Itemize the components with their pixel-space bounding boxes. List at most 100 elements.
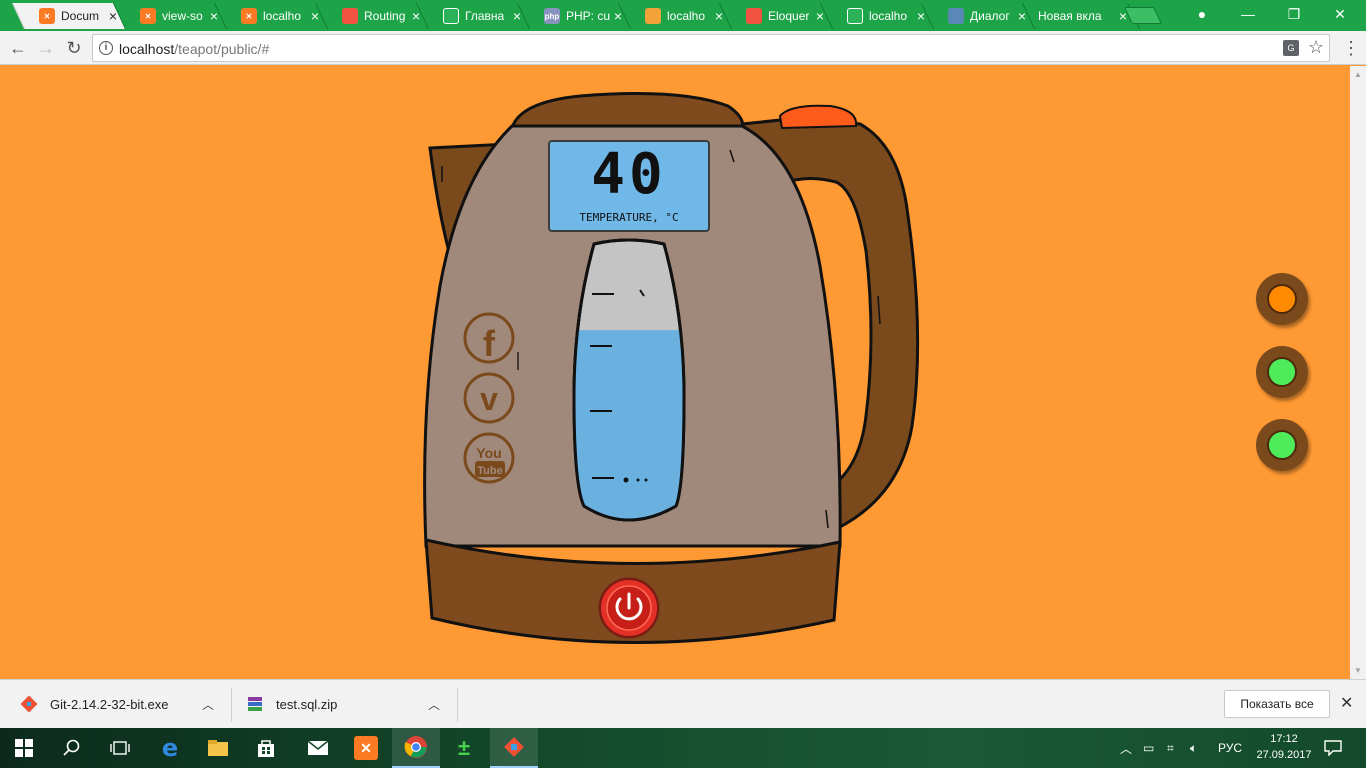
- youtube-you-label: You: [476, 445, 501, 461]
- forward-icon[interactable]: →: [34, 36, 58, 60]
- close-tab-icon[interactable]: ×: [917, 9, 925, 23]
- tab-new[interactable]: Новая вкла ×: [1028, 3, 1134, 29]
- tab-localhost-1[interactable]: ✕ localho ×: [220, 3, 326, 29]
- git-installer-icon: [20, 695, 38, 713]
- page-icon: [443, 8, 459, 24]
- browser-toolbar: ← → ↻ i localhost/teapot/public/# G ☆ ⋮: [0, 31, 1366, 65]
- git-gui-icon[interactable]: ±: [440, 728, 488, 768]
- close-tab-icon[interactable]: ×: [614, 9, 622, 23]
- url-text: localhost/teapot/public/#: [119, 41, 269, 57]
- tab-title: localho: [667, 9, 706, 23]
- mode-button-orange[interactable]: [1256, 273, 1308, 325]
- url-host: localhost: [119, 41, 175, 57]
- status-led: [1267, 284, 1297, 314]
- mode-button-green-2[interactable]: [1256, 419, 1308, 471]
- chevron-up-icon[interactable]: ︿: [428, 696, 440, 713]
- close-shelf-icon[interactable]: ✕: [1340, 693, 1353, 713]
- show-all-downloads-button[interactable]: Показать все: [1224, 690, 1330, 718]
- info-icon[interactable]: i: [99, 41, 113, 55]
- battery-icon[interactable]: ▭: [1143, 728, 1154, 768]
- clock-date: 27.09.2017: [1256, 749, 1312, 761]
- svg-text:f: f: [483, 323, 496, 364]
- windows-taskbar: e ✕ ± ︿ ▭ ⌗ 🔈︎ РУС 17:12 27.09.2017: [0, 728, 1366, 768]
- chrome-icon[interactable]: [392, 728, 440, 768]
- divider: [457, 688, 458, 722]
- back-icon[interactable]: ←: [6, 36, 30, 60]
- tab-title: view-so: [162, 9, 203, 23]
- bookmark-star-icon[interactable]: ☆: [1308, 37, 1324, 58]
- clock[interactable]: 17:12 27.09.2017: [1252, 731, 1316, 763]
- page-content: f v You Tube 40 TEMPERATURE, °C: [0, 66, 1350, 679]
- laravel-icon: [746, 8, 762, 24]
- downloads-shelf: Git-2.14.2-32-bit.exe ︿ test.sql.zip ︿ П…: [0, 679, 1366, 728]
- close-tab-icon[interactable]: ×: [715, 9, 723, 23]
- url-path: /teapot/public/#: [174, 41, 270, 57]
- translate-icon[interactable]: G: [1283, 40, 1299, 56]
- tab-main[interactable]: Главна ×: [422, 3, 528, 29]
- store-icon[interactable]: [242, 728, 290, 768]
- show-hidden-icons[interactable]: ︿: [1120, 728, 1132, 768]
- status-led: [1267, 430, 1297, 460]
- tab-php[interactable]: php PHP: cu ×: [523, 3, 629, 29]
- page-scrollbar[interactable]: ▲ ▼: [1350, 66, 1366, 679]
- temperature-value: 40: [591, 142, 667, 207]
- chevron-up-icon[interactable]: ︿: [202, 696, 214, 713]
- file-explorer-icon[interactable]: [194, 728, 242, 768]
- close-tab-icon[interactable]: ×: [1119, 9, 1127, 23]
- close-tab-icon[interactable]: ×: [210, 9, 218, 23]
- close-window-icon[interactable]: ✕: [1328, 4, 1352, 24]
- tab-view-source[interactable]: ✕ view-so ×: [119, 3, 225, 29]
- chat-icon: [948, 8, 964, 24]
- action-center-icon[interactable]: [1324, 728, 1342, 768]
- tab-strip: ✕ Docum × ✕ view-so × ✕ localho × Routin…: [0, 0, 1366, 31]
- start-button[interactable]: [0, 728, 48, 768]
- mode-button-green-1[interactable]: [1256, 346, 1308, 398]
- power-button[interactable]: [598, 577, 660, 639]
- language-indicator[interactable]: РУС: [1218, 728, 1242, 768]
- close-tab-icon[interactable]: ×: [311, 9, 319, 23]
- tab-title: localho: [869, 9, 908, 23]
- divider: [231, 688, 232, 722]
- edge-icon[interactable]: e: [146, 728, 194, 768]
- archive-icon: [248, 697, 262, 711]
- reload-icon[interactable]: ↻: [62, 36, 86, 60]
- lid-knob: [778, 104, 858, 130]
- download-filename: test.sql.zip: [276, 696, 338, 712]
- tab-title: Docum: [61, 9, 100, 23]
- close-tab-icon[interactable]: ×: [412, 9, 420, 23]
- menu-icon[interactable]: ⋮: [1342, 37, 1360, 59]
- close-tab-icon[interactable]: ×: [1018, 9, 1026, 23]
- restore-icon[interactable]: ❐: [1282, 4, 1306, 24]
- tab-dialog[interactable]: Диалог ×: [927, 3, 1033, 29]
- scroll-down-icon[interactable]: ▼: [1354, 666, 1362, 675]
- tab-document[interactable]: ✕ Docum ×: [18, 3, 124, 29]
- scroll-up-icon[interactable]: ▲: [1354, 70, 1362, 79]
- tab-title: localho: [263, 9, 302, 23]
- tab-localhost-2[interactable]: localho ×: [826, 3, 932, 29]
- network-icon[interactable]: ⌗: [1167, 728, 1174, 768]
- close-tab-icon[interactable]: ×: [816, 9, 824, 23]
- youtube-tube-label: Tube: [477, 465, 502, 477]
- tab-title: Новая вкла: [1038, 9, 1102, 23]
- xampp-taskbar-icon[interactable]: ✕: [342, 728, 390, 768]
- svg-text:v: v: [480, 381, 498, 417]
- tab-eloquent[interactable]: Eloquer ×: [725, 3, 831, 29]
- volume-icon[interactable]: 🔈︎: [1190, 728, 1197, 768]
- git-bash-icon[interactable]: [490, 728, 538, 768]
- search-icon[interactable]: [48, 728, 96, 768]
- address-bar[interactable]: i localhost/teapot/public/# G ☆: [92, 34, 1330, 62]
- close-tab-icon[interactable]: ×: [109, 9, 117, 23]
- clock-time: 17:12: [1270, 733, 1298, 745]
- task-view-icon[interactable]: [96, 728, 144, 768]
- close-tab-icon[interactable]: ×: [513, 9, 521, 23]
- laravel-icon: [342, 8, 358, 24]
- tab-title: Eloquer: [768, 9, 810, 23]
- download-filename: Git-2.14.2-32-bit.exe: [50, 696, 169, 712]
- download-item[interactable]: Git-2.14.2-32-bit.exe ︿: [20, 688, 220, 720]
- minimize-icon[interactable]: —: [1236, 4, 1260, 24]
- tab-phpmyadmin[interactable]: localho ×: [624, 3, 730, 29]
- download-item[interactable]: test.sql.zip ︿: [246, 688, 446, 720]
- mail-icon[interactable]: [294, 728, 342, 768]
- tab-routing[interactable]: Routing ×: [321, 3, 427, 29]
- profile-icon[interactable]: ●: [1190, 4, 1214, 24]
